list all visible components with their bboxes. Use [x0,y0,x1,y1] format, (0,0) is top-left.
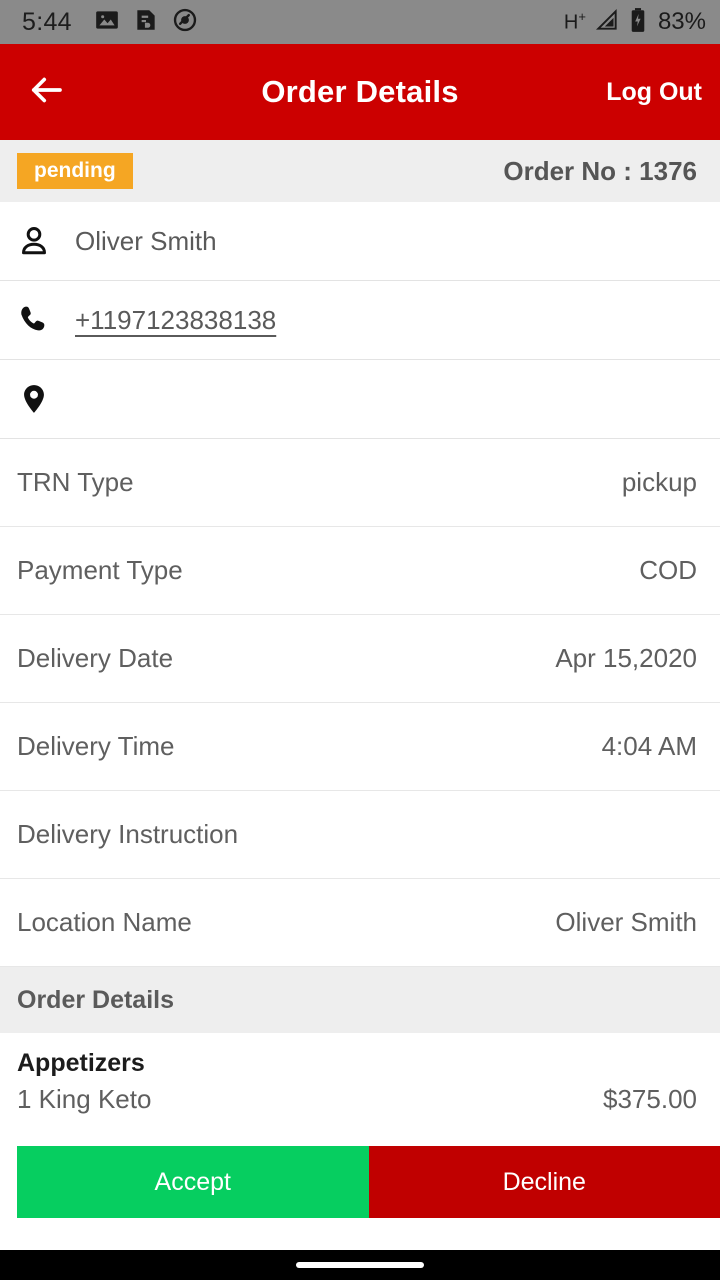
image-icon [94,7,120,38]
info-row-trn-type: TRN Type pickup [0,439,720,527]
signal-triangle-icon [594,7,620,38]
status-bar-clock: 5:44 [22,7,72,36]
status-bar: 5:44 H+ 83% [0,0,720,44]
info-label: TRN Type [17,467,134,497]
item-row: 1 King Keto $375.00 [17,1084,697,1115]
info-value: COD [639,555,697,585]
home-gesture-pill[interactable] [296,1262,424,1268]
info-value: Oliver Smith [555,907,697,937]
status-bar-system-icons: H+ 83% [564,7,706,38]
person-icon [17,224,65,258]
back-button[interactable] [18,64,74,120]
customer-address-row [0,360,720,439]
order-items-list: Appetizers 1 King Keto $375.00 [0,1033,720,1115]
order-item: Appetizers 1 King Keto $375.00 [17,1049,697,1115]
info-row-location-name: Location Name Oliver Smith [0,879,720,967]
do-not-disturb-icon [172,7,198,38]
file-document-icon [133,7,159,38]
info-value: Apr 15,2020 [555,643,697,673]
status-badge: pending [17,153,133,189]
order-details-section-header: Order Details [0,967,720,1033]
map-pin-icon [17,382,65,416]
item-category: Appetizers [17,1049,145,1077]
order-info-list: TRN Type pickup Payment Type COD Deliver… [0,439,720,967]
status-bar-notification-icons [94,7,198,38]
item-name: 1 King Keto [17,1084,152,1114]
battery-charging-icon [628,7,648,38]
info-row-delivery-instruction: Delivery Instruction [0,791,720,879]
logout-button[interactable]: Log Out [606,72,702,113]
customer-phone-number[interactable]: +1197123838138 [75,305,276,336]
battery-percent-label: 83% [657,8,706,35]
item-price: $375.00 [603,1084,697,1114]
order-details-screen: 5:44 H+ 83% Order Details Log Out pendin… [0,0,720,1280]
info-row-delivery-date: Delivery Date Apr 15,2020 [0,615,720,703]
info-row-payment-type: Payment Type COD [0,527,720,615]
order-number-label: Order No : 1376 [503,155,697,186]
info-label: Location Name [17,907,192,937]
info-label: Delivery Instruction [17,819,239,849]
info-label: Delivery Time [17,731,175,761]
customer-name-row: Oliver Smith [0,202,720,281]
order-summary-strip: pending Order No : 1376 [0,140,720,202]
customer-name: Oliver Smith [75,225,217,256]
accept-button[interactable]: Accept [17,1146,369,1218]
info-value: pickup [621,467,697,497]
info-value: 4:04 AM [601,731,697,761]
app-bar: Order Details Log Out [0,44,720,140]
info-label: Payment Type [17,555,183,585]
info-label: Delivery Date [17,643,174,673]
decline-button[interactable]: Decline [368,1146,720,1218]
system-navigation-bar [0,1250,720,1280]
network-type-label: H+ [563,9,586,34]
phone-icon [17,303,65,337]
customer-phone-row[interactable]: +1197123838138 [0,281,720,360]
arrow-left-icon [25,69,67,116]
info-row-delivery-time: Delivery Time 4:04 AM [0,703,720,791]
action-button-bar: Accept Decline [0,1146,720,1218]
